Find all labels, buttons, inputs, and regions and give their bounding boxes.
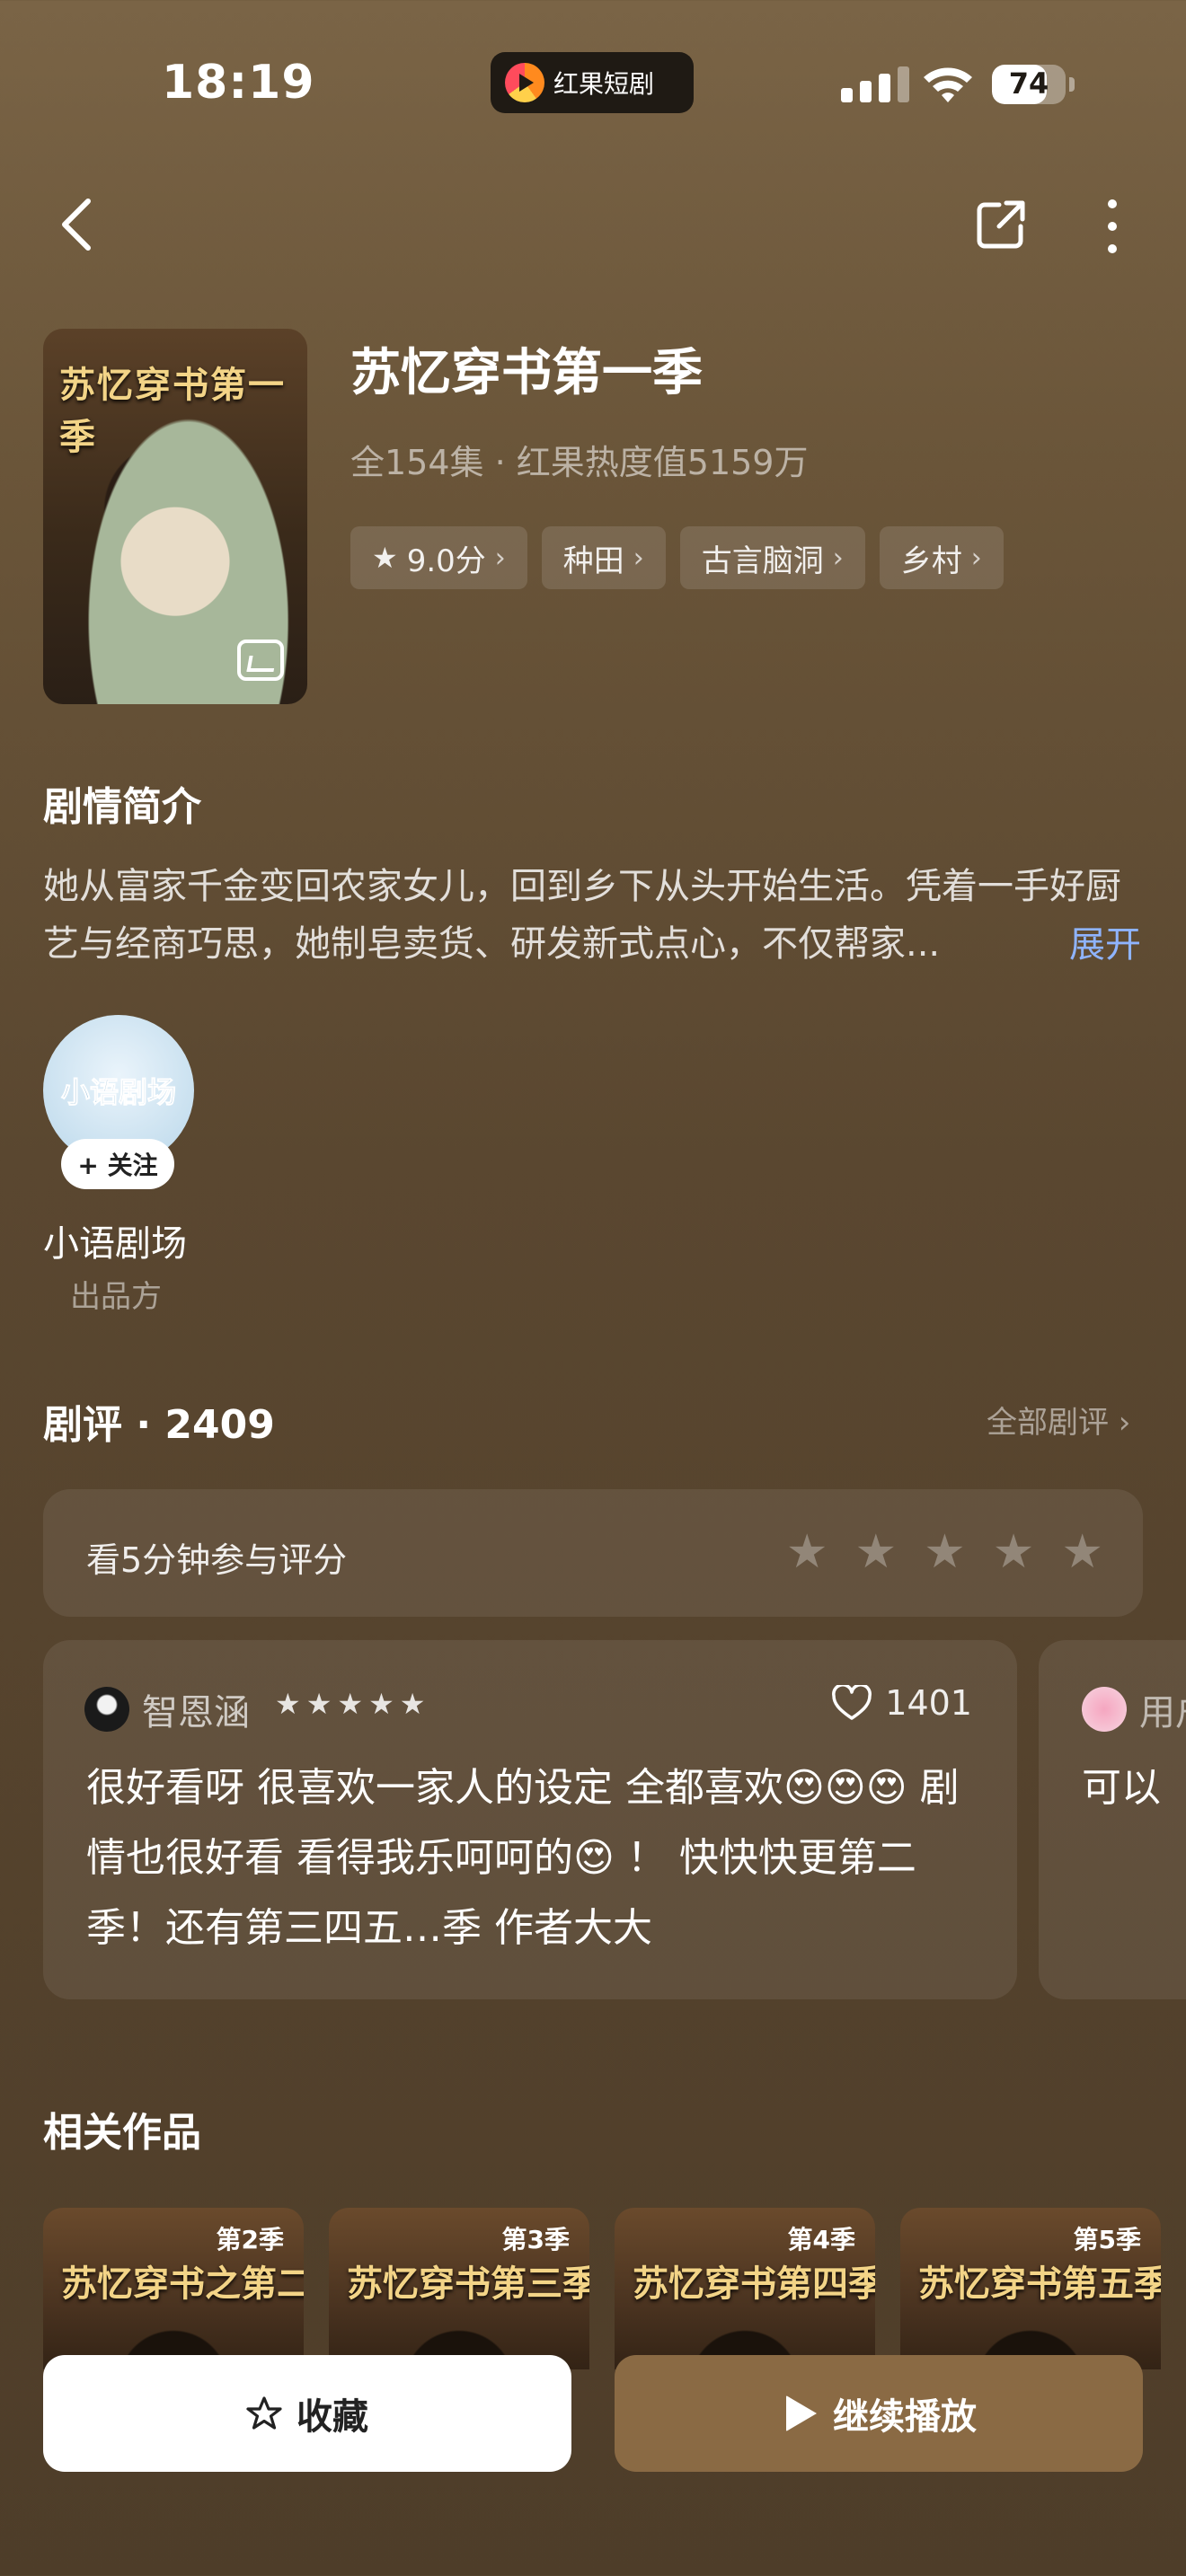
like-button[interactable]: 1401 (831, 1683, 972, 1723)
app-indicator-pill[interactable]: 红果短剧 (491, 52, 694, 113)
related-item[interactable]: 第5季 苏忆穿书第五季 (900, 2208, 1161, 2369)
cover-title: 苏忆穿书第一季 (59, 364, 286, 458)
season-badge: 第3季 (501, 2225, 570, 2254)
synopsis-heading: 剧情简介 (43, 784, 201, 830)
review-user[interactable]: 智恩涵 (142, 1683, 250, 1735)
all-reviews-link[interactable]: 全部剧评 › (987, 1398, 1130, 1442)
star-outline-icon (246, 2396, 282, 2430)
review-card[interactable]: 智恩涵 ★★★★★ 1401 很好看呀 很喜欢一家人的设定 全都喜欢😍😍😍 剧情… (43, 1640, 1017, 1999)
related-heading: 相关作品 (43, 2110, 201, 2156)
tag-genre[interactable]: 古言脑洞 › (679, 526, 865, 589)
battery-level: 74 (1008, 66, 1049, 101)
synopsis-text: 她从富家千金变回农家女儿，回到乡下从头开始生活。凭着一手好厨艺与经商巧思，她制皂… (43, 866, 1121, 965)
share-icon[interactable] (976, 199, 1026, 250)
review-text: 很好看呀 很喜欢一家人的设定 全都喜欢😍😍😍 剧情也很好看 看得我乐呵呵的😍 ！… (86, 1765, 960, 1951)
related-item[interactable]: 第3季 苏忆穿书第三季 (329, 2208, 589, 2369)
related-title: 苏忆穿书第三季 (347, 2263, 589, 2305)
status-time: 18:19 (162, 56, 315, 110)
tag-label: 种田 (562, 543, 624, 579)
chevron-right-icon: › (633, 542, 644, 574)
tag-rating[interactable]: ★ 9.0分 › (350, 526, 527, 589)
gallery-icon[interactable] (237, 640, 284, 681)
season-badge: 第4季 (787, 2225, 855, 2254)
back-icon[interactable] (56, 196, 99, 253)
reviews-heading: 剧评 · 2409 (43, 1402, 275, 1448)
related-title: 苏忆穿书之第二季 (61, 2263, 304, 2305)
star-icon: ★ (372, 541, 398, 575)
producer-role: 出品方 (70, 1279, 162, 1315)
chevron-right-icon: › (494, 542, 506, 574)
producer-avatar-text: 小语剧场 (60, 1075, 176, 1110)
battery-icon: 74 (992, 65, 1066, 104)
tag-label: 乡村 (900, 543, 962, 579)
tag-label: 9.0分 (406, 543, 486, 579)
rating-prompt-box[interactable]: 看5分钟参与评分 ★ ★ ★ ★ ★ (43, 1489, 1143, 1617)
related-title: 苏忆穿书第四季 (633, 2263, 875, 2305)
review-text: 可以 (1082, 1765, 1161, 1811)
chevron-right-icon: › (970, 542, 982, 574)
star-icon[interactable]: ★ (924, 1525, 966, 1579)
like-count: 1401 (885, 1683, 972, 1723)
star-icon[interactable]: ★ (993, 1525, 1035, 1579)
play-label: 继续播放 (833, 2396, 977, 2438)
star-icon[interactable]: ★ (855, 1525, 898, 1579)
related-list: 第2季 苏忆穿书之第二季 第3季 苏忆穿书第三季 第4季 苏忆穿书第四季 第5季… (43, 2208, 1161, 2369)
tag-genre[interactable]: 种田 › (541, 526, 666, 589)
review-stars: ★★★★★ (275, 1687, 431, 1721)
producer-name[interactable]: 小语剧场 (43, 1214, 187, 1266)
play-icon (786, 2395, 817, 2431)
heart-icon (832, 1685, 872, 1720)
star-icon[interactable]: ★ (786, 1525, 828, 1579)
continue-play-button[interactable]: 继续播放 (615, 2355, 1143, 2472)
review-user[interactable]: 用户 (1139, 1683, 1186, 1735)
review-card[interactable]: 用户 可以 (1039, 1640, 1186, 1999)
drama-meta: 全154集 · 红果热度值5159万 (350, 443, 809, 482)
rating-stars[interactable]: ★ ★ ★ ★ ★ (786, 1525, 1103, 1579)
app-name: 红果短剧 (553, 69, 655, 99)
cover-image[interactable]: 苏忆穿书第一季 (43, 329, 307, 704)
app-logo-icon (505, 63, 544, 102)
avatar[interactable] (1082, 1687, 1127, 1732)
avatar[interactable] (84, 1687, 129, 1732)
related-item[interactable]: 第2季 苏忆穿书之第二季 (43, 2208, 304, 2369)
season-badge: 第2季 (216, 2225, 284, 2254)
related-item[interactable]: 第4季 苏忆穿书第四季 (615, 2208, 875, 2369)
follow-button[interactable]: + 关注 (61, 1139, 174, 1189)
tag-genre[interactable]: 乡村 › (879, 526, 1004, 589)
tag-label: 古言脑洞 (701, 543, 824, 579)
rating-prompt-text: 看5分钟参与评分 (86, 1540, 348, 1580)
season-badge: 第5季 (1073, 2225, 1141, 2254)
signal-icon (841, 66, 909, 102)
favorite-button[interactable]: 收藏 (43, 2355, 571, 2472)
tag-list: ★ 9.0分 › 种田 › 古言脑洞 › 乡村 › (350, 526, 1004, 589)
star-icon[interactable]: ★ (1061, 1525, 1103, 1579)
chevron-right-icon: › (832, 542, 844, 574)
drama-title: 苏忆穿书第一季 (350, 344, 703, 402)
battery-cap (1069, 77, 1075, 92)
expand-link[interactable]: 展开 (1069, 915, 1141, 967)
favorite-label: 收藏 (296, 2396, 368, 2438)
related-title: 苏忆穿书第五季 (918, 2263, 1161, 2305)
more-icon[interactable] (1096, 199, 1128, 253)
wifi-icon (924, 67, 972, 102)
